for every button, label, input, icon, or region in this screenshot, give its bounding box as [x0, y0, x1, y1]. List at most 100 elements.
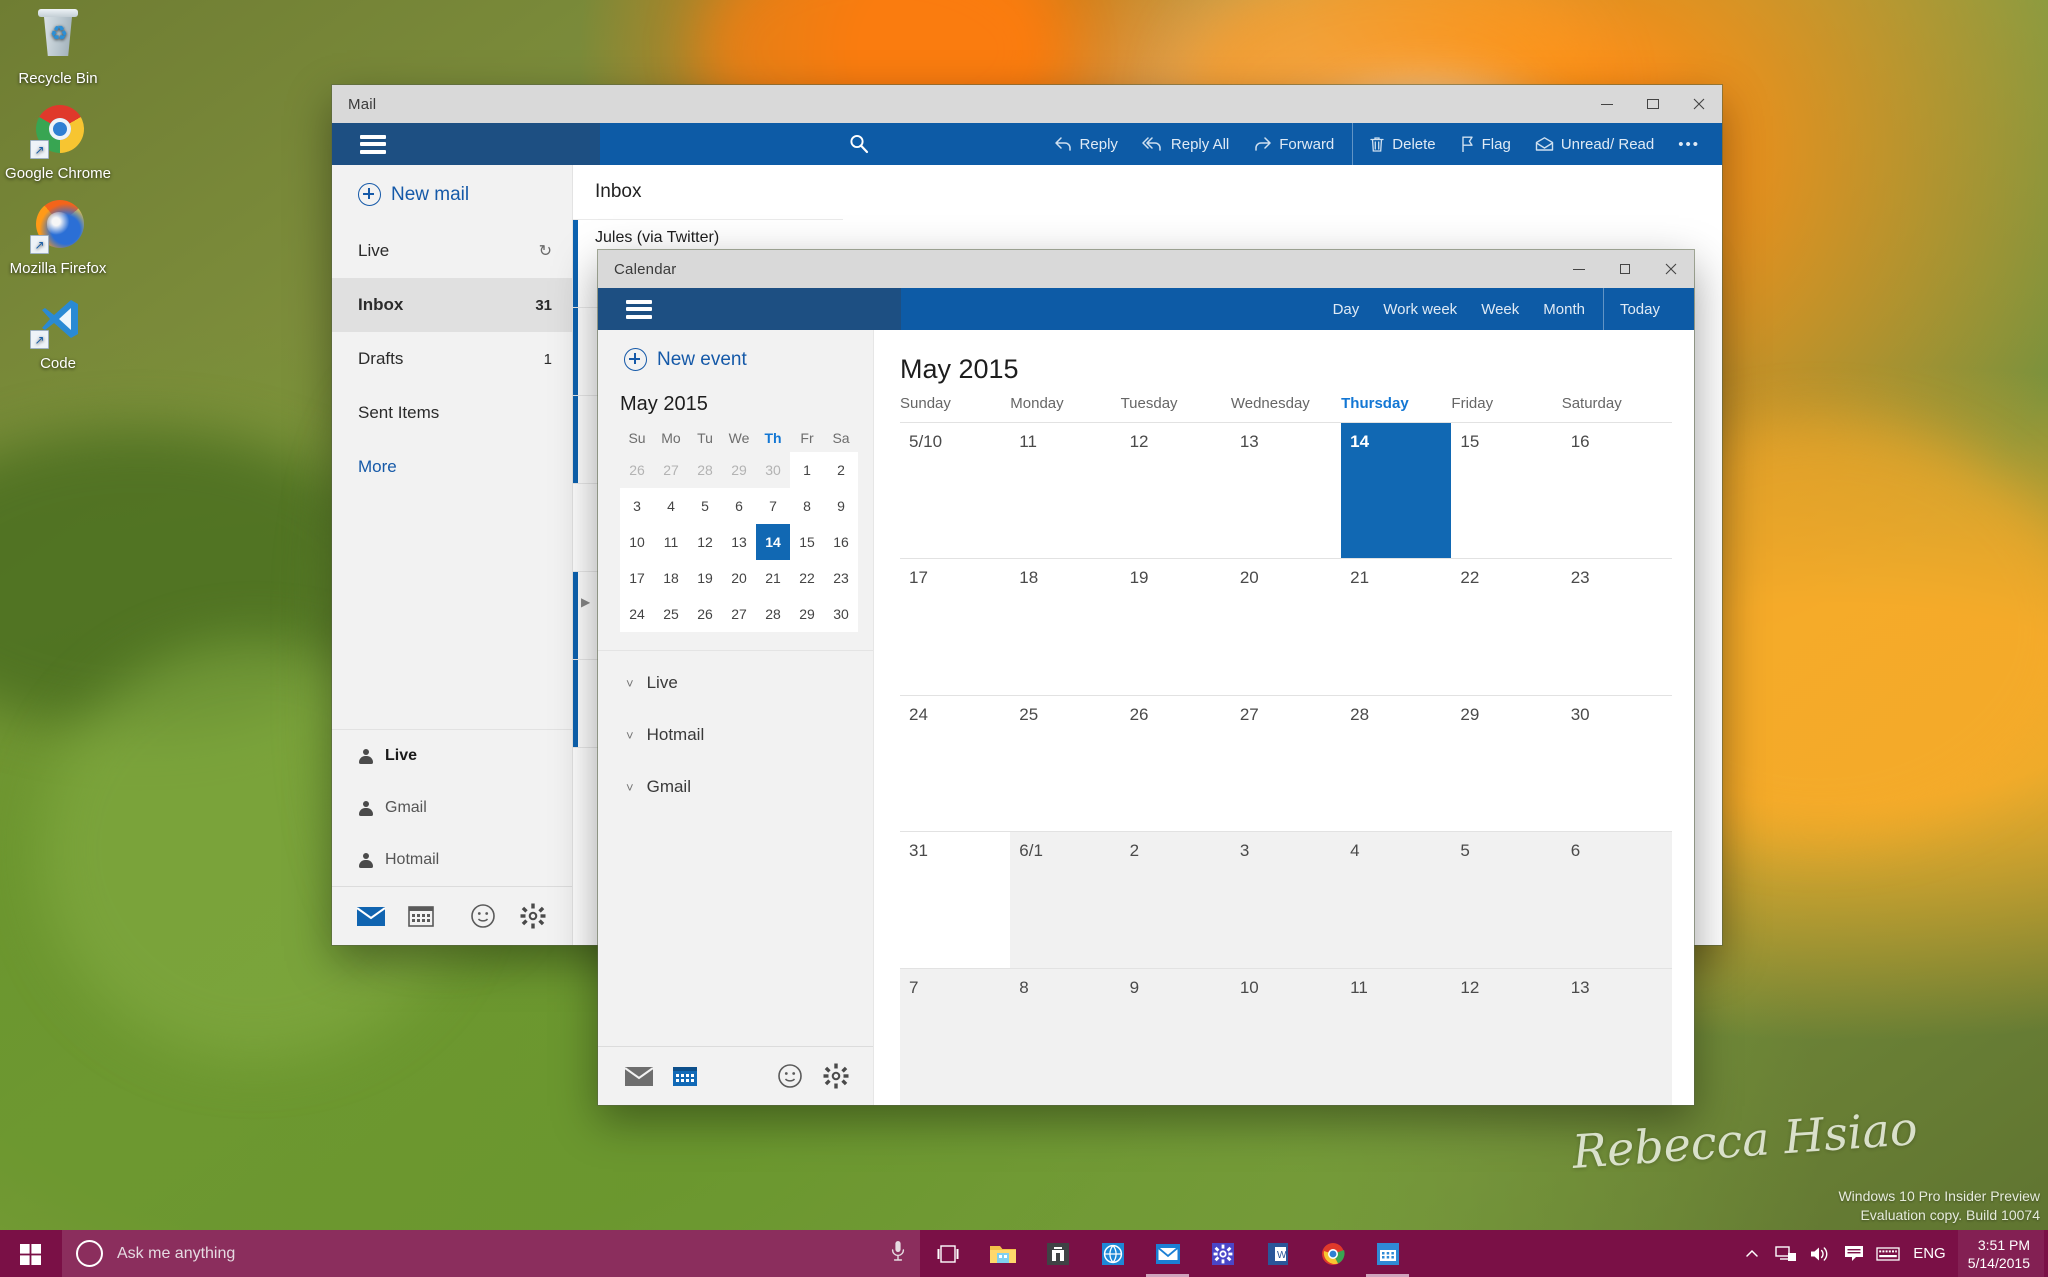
calendar-cell[interactable]: 5/10	[900, 423, 1011, 560]
network-button[interactable]	[1769, 1230, 1803, 1277]
delete-button[interactable]: Delete	[1352, 123, 1447, 165]
desktop-icon-recycle-bin[interactable]: ♻ Recycle Bin	[0, 6, 116, 87]
calendar-cell[interactable]: 28	[1341, 696, 1452, 833]
mini-day[interactable]: 17	[620, 560, 654, 596]
calendar-cell[interactable]: 20	[1230, 559, 1342, 696]
mini-day[interactable]: 28	[688, 452, 722, 488]
calendar-account-gmail[interactable]: ˅ Gmail	[598, 761, 873, 813]
mini-day[interactable]: 20	[722, 560, 756, 596]
calendar-cell[interactable]: 11	[1010, 423, 1121, 560]
language-indicator[interactable]: ENG	[1905, 1245, 1958, 1262]
unread-read-button[interactable]: Unread/ Read	[1523, 123, 1666, 165]
mail-app-button[interactable]	[1140, 1230, 1195, 1277]
mini-day[interactable]: 13	[722, 524, 756, 560]
mail-search-button[interactable]	[600, 123, 894, 165]
action-center-button[interactable]	[1837, 1230, 1871, 1277]
mini-day[interactable]: 27	[654, 452, 688, 488]
reply-button[interactable]: Reply	[1042, 123, 1130, 165]
maximize-button[interactable]	[1602, 250, 1648, 288]
calendar-cell[interactable]: 13	[1561, 968, 1672, 1105]
account-item-gmail[interactable]: Gmail	[332, 782, 572, 834]
file-explorer-button[interactable]	[975, 1230, 1030, 1277]
desktop-icon-google-chrome[interactable]: ↗ Google Chrome	[0, 101, 116, 182]
minimize-button[interactable]	[1584, 85, 1630, 123]
calendar-cell[interactable]: 10	[1230, 968, 1342, 1105]
clock[interactable]: 3:51 PM 5/14/2015	[1957, 1230, 2044, 1277]
mail-menu-button[interactable]	[332, 123, 600, 165]
mini-day[interactable]: 30	[824, 596, 858, 632]
chevron-down-icon[interactable]: ˅	[626, 677, 634, 690]
calendar-cell[interactable]: 11	[1341, 968, 1452, 1105]
calendar-cell-today[interactable]: 14	[1341, 423, 1452, 560]
calendar-cell[interactable]: 5	[1451, 832, 1562, 969]
start-button[interactable]	[0, 1230, 62, 1277]
switch-to-people-button[interactable]	[458, 893, 508, 939]
mini-day[interactable]: 12	[688, 524, 722, 560]
calendar-cell[interactable]: 19	[1120, 559, 1231, 696]
calendar-cell[interactable]: 18	[1010, 559, 1121, 696]
mini-day[interactable]: 16	[824, 524, 858, 560]
mini-day[interactable]: 25	[654, 596, 688, 632]
sidebar-item-live[interactable]: Live ↻	[332, 224, 572, 278]
calendar-cell[interactable]: 27	[1230, 696, 1342, 833]
mini-day[interactable]: 3	[620, 488, 654, 524]
mini-day-today[interactable]: 14	[756, 524, 790, 560]
calendar-cell[interactable]: 24	[900, 696, 1011, 833]
desktop[interactable]: ♻ Recycle Bin ↗ Google Chrome ↗ Mozilla …	[0, 0, 2048, 1277]
mini-day[interactable]: 4	[654, 488, 688, 524]
keyboard-button[interactable]	[1871, 1230, 1905, 1277]
mini-calendar[interactable]: May 2015 Su Mo Tu We Th Fr Sa 26 27 28 2…	[598, 387, 873, 642]
calendar-cell[interactable]: 8	[1010, 968, 1121, 1105]
calendar-account-live[interactable]: ˅ Live	[598, 657, 873, 709]
view-work-week-button[interactable]: Work week	[1371, 288, 1469, 330]
chevron-down-icon[interactable]: ˅	[626, 781, 634, 794]
sidebar-item-drafts[interactable]: Drafts 1	[332, 332, 572, 386]
mini-day[interactable]: 18	[654, 560, 688, 596]
calendar-cell[interactable]: 4	[1341, 832, 1452, 969]
minimize-button[interactable]	[1556, 250, 1602, 288]
mini-day[interactable]: 26	[620, 452, 654, 488]
calendar-cell[interactable]: 7	[900, 968, 1011, 1105]
calendar-cell[interactable]: 12	[1120, 423, 1231, 560]
settings-button[interactable]	[508, 893, 558, 939]
close-button[interactable]	[1676, 85, 1722, 123]
mini-day[interactable]: 28	[756, 596, 790, 632]
calendar-cell[interactable]: 25	[1010, 696, 1121, 833]
view-day-button[interactable]: Day	[1321, 288, 1372, 330]
mini-day[interactable]: 26	[688, 596, 722, 632]
account-item-live[interactable]: Live	[332, 730, 572, 782]
view-week-button[interactable]: Week	[1469, 288, 1531, 330]
mini-day[interactable]: 10	[620, 524, 654, 560]
show-hidden-icons-button[interactable]	[1735, 1230, 1769, 1277]
calendar-cell[interactable]: 30	[1561, 696, 1672, 833]
mini-day[interactable]: 21	[756, 560, 790, 596]
close-button[interactable]	[1648, 250, 1694, 288]
calendar-titlebar[interactable]: Calendar	[598, 250, 1694, 288]
chevron-down-icon[interactable]: ˅	[626, 729, 634, 742]
refresh-icon[interactable]: ↻	[539, 241, 552, 261]
calendar-window[interactable]: Calendar Day Work week Week Month Today …	[598, 250, 1694, 1105]
mini-day[interactable]: 11	[654, 524, 688, 560]
calendar-cell[interactable]: 26	[1120, 696, 1231, 833]
settings-app-button[interactable]	[1195, 1230, 1250, 1277]
cortana-search-box[interactable]: Ask me anything	[62, 1230, 920, 1277]
forward-button[interactable]: Forward	[1241, 123, 1346, 165]
sidebar-item-more[interactable]: More	[332, 440, 572, 494]
mini-day[interactable]: 30	[756, 452, 790, 488]
switch-to-mail-button[interactable]	[616, 1053, 662, 1099]
reply-all-button[interactable]: Reply All	[1130, 123, 1241, 165]
calendar-cell[interactable]: 17	[900, 559, 1011, 696]
volume-button[interactable]	[1803, 1230, 1837, 1277]
switch-to-calendar-button[interactable]	[662, 1053, 708, 1099]
sidebar-item-inbox[interactable]: Inbox 31	[332, 278, 572, 332]
flag-button[interactable]: Flag	[1448, 123, 1523, 165]
view-month-button[interactable]: Month	[1531, 288, 1597, 330]
calendar-menu-button[interactable]	[598, 288, 901, 330]
mini-day[interactable]: 22	[790, 560, 824, 596]
mini-day[interactable]: 27	[722, 596, 756, 632]
settings-button[interactable]	[813, 1053, 859, 1099]
desktop-icon-mozilla-firefox[interactable]: ↗ Mozilla Firefox	[0, 196, 116, 277]
calendar-cell[interactable]: 12	[1451, 968, 1562, 1105]
calendar-cell[interactable]: 6/1	[1010, 832, 1121, 969]
calendar-cell[interactable]: 22	[1451, 559, 1562, 696]
